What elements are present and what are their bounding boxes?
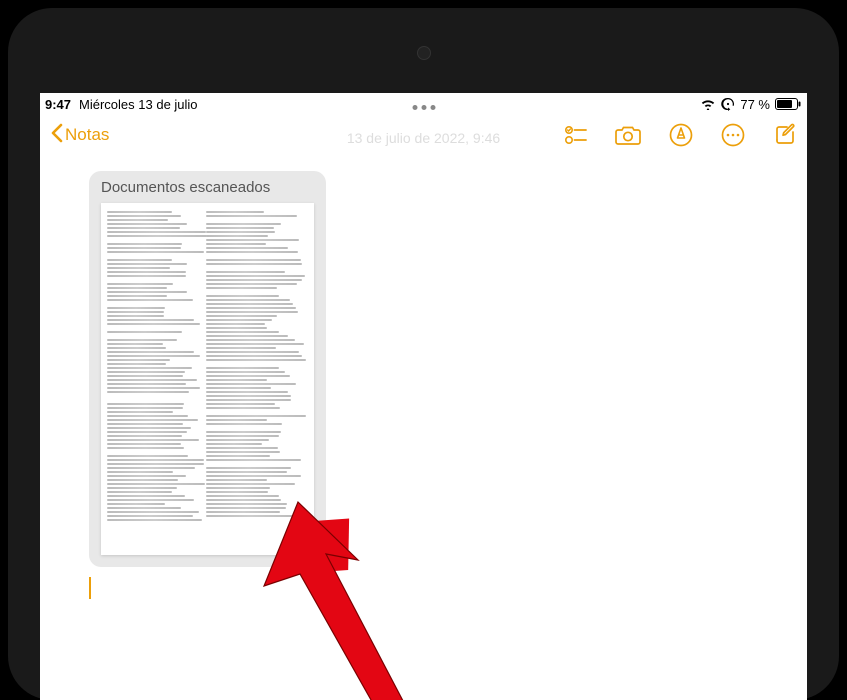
- screen: 9:47 Miércoles 13 de julio 77 %: [40, 93, 807, 700]
- camera-icon[interactable]: [615, 124, 641, 146]
- back-button[interactable]: Notas: [50, 123, 109, 148]
- front-camera: [417, 46, 431, 60]
- text-cursor: [89, 577, 91, 599]
- scanned-document-card[interactable]: Documentos escaneados: [89, 171, 326, 567]
- note-body[interactable]: Documentos escaneados: [40, 157, 807, 599]
- status-bar: 9:47 Miércoles 13 de julio 77 %: [40, 93, 807, 113]
- navigation-bar: Notas 13 de julio de 2022, 9:46: [40, 113, 807, 157]
- device-frame: 9:47 Miércoles 13 de julio 77 %: [0, 0, 847, 700]
- note-timestamp: 13 de julio de 2022, 9:46: [347, 130, 500, 146]
- status-right: 77 %: [700, 97, 801, 112]
- multitask-dots[interactable]: [412, 105, 435, 110]
- chevron-left-icon: [50, 123, 63, 148]
- scan-card-title: Documentos escaneados: [89, 171, 326, 203]
- status-time: 9:47: [45, 97, 71, 112]
- status-left: 9:47 Miércoles 13 de julio: [45, 97, 198, 112]
- compose-icon[interactable]: [773, 123, 797, 147]
- status-date: Miércoles 13 de julio: [79, 97, 198, 112]
- checklist-icon[interactable]: [565, 125, 587, 145]
- back-label: Notas: [65, 125, 109, 145]
- battery-percent: 77 %: [740, 97, 770, 112]
- orientation-lock-icon: [721, 97, 735, 111]
- more-icon[interactable]: [721, 123, 745, 147]
- scan-thumbnail[interactable]: [101, 203, 314, 555]
- device-bezel: 9:47 Miércoles 13 de julio 77 %: [8, 8, 839, 700]
- nav-actions: [565, 123, 797, 147]
- battery-icon: [775, 98, 801, 110]
- wifi-icon: [700, 98, 716, 110]
- markup-icon[interactable]: [669, 123, 693, 147]
